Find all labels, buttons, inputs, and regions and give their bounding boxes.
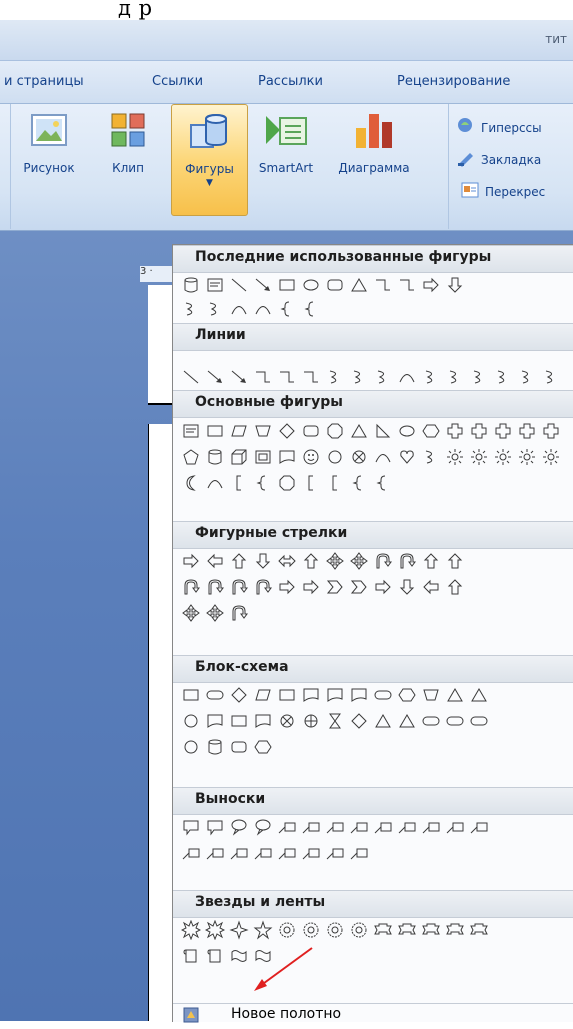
annotation-arrow [254,947,313,991]
